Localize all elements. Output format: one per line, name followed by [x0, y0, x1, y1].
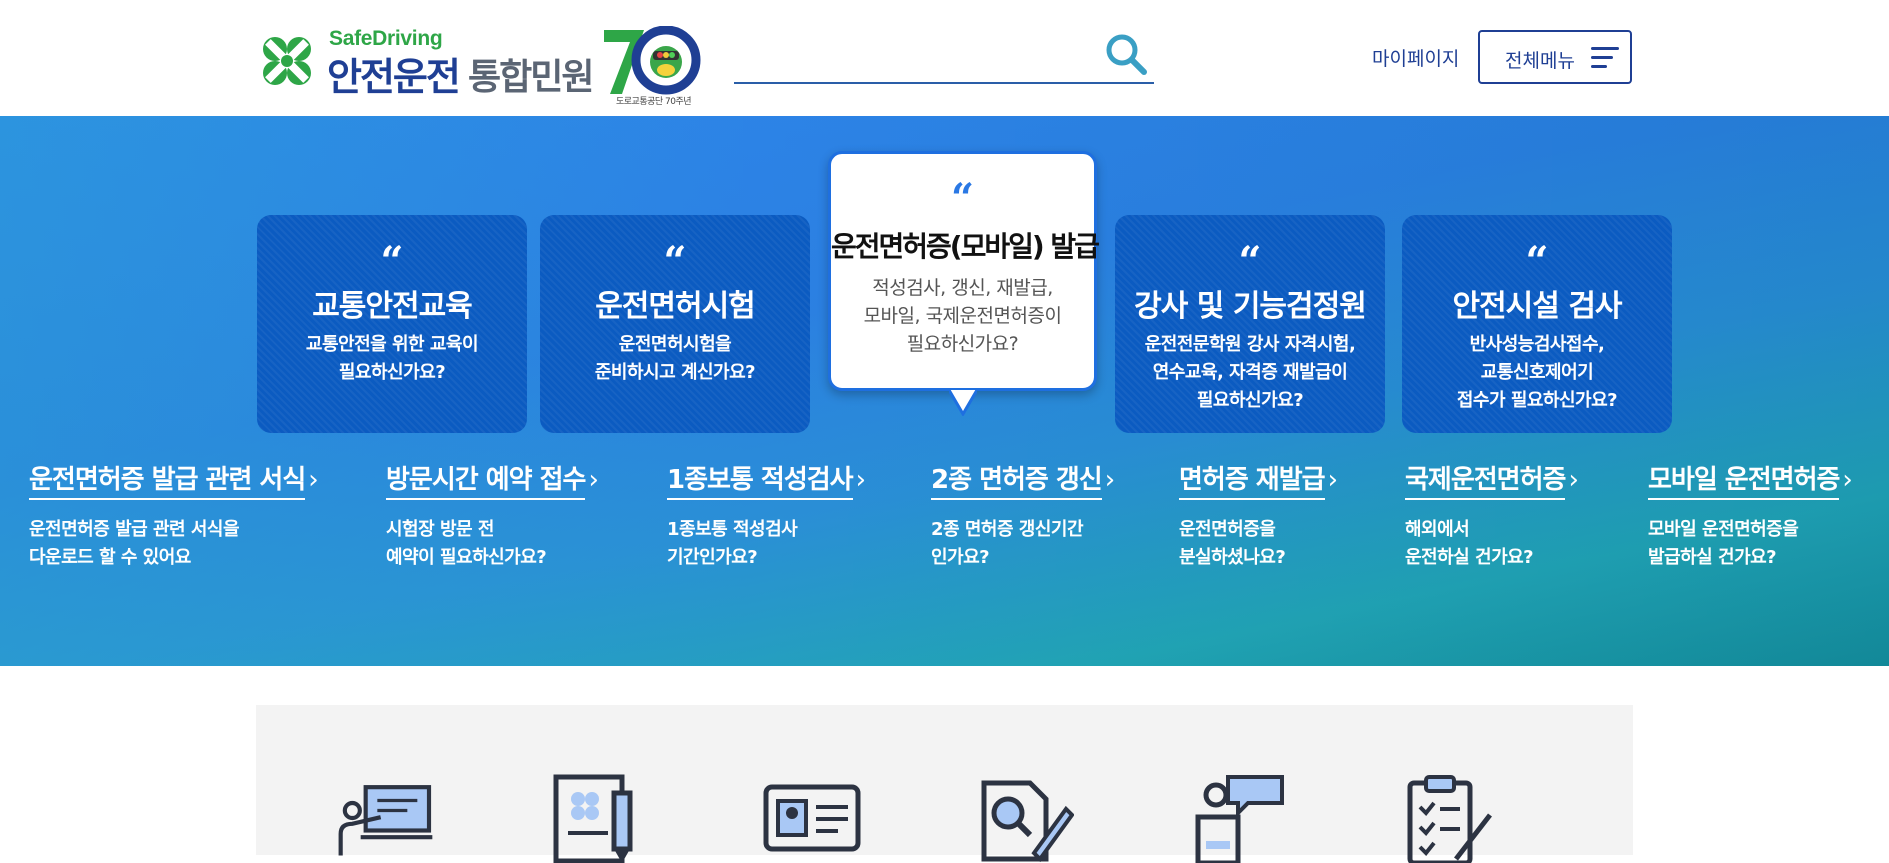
chevron-right-icon: ›: [855, 465, 866, 495]
link-international-license[interactable]: 국제운전면허증 › 해외에서 운전하실 건가요?: [1405, 459, 1579, 572]
link-description: 시험장 방문 전 예약이 필요하신가요?: [386, 519, 547, 568]
logo-korean-main: 안전운전: [327, 55, 461, 99]
link-mobile-license[interactable]: 모바일 운전면허증 › 모바일 운전면허증을 발급하실 건가요?: [1648, 459, 1853, 572]
logo-korean-sub: 통합민원: [468, 57, 594, 98]
link-description: 해외에서 운전하실 건가요?: [1405, 519, 1534, 568]
link-description: 모바일 운전면허증을 발급하실 건가요?: [1648, 519, 1799, 568]
link-title: 2종 면허증 갱신: [931, 459, 1103, 500]
chevron-right-icon: ›: [308, 465, 319, 495]
all-menu-button[interactable]: 전체메뉴: [1478, 30, 1632, 84]
link-title: 방문시간 예약 접수: [386, 459, 586, 500]
presentation-icon[interactable]: [334, 773, 434, 863]
chevron-right-icon: ›: [1327, 465, 1338, 495]
link-title: 면허증 재발급: [1179, 459, 1326, 500]
search-bar: [734, 24, 1154, 84]
chevron-right-icon: ›: [588, 465, 599, 495]
hamburger-menu-icon: [1591, 47, 1619, 69]
link-description: 2종 면허증 갱신기간 인가요?: [931, 519, 1084, 568]
hero-section: “ 교통안전교육 교통안전을 위한 교육이 필요하신가요? “ 운전면허시험 운…: [0, 116, 1889, 666]
chevron-right-icon: ›: [1104, 465, 1116, 495]
link-license-forms[interactable]: 운전면허증 발급 관련 서식 › 운전면허증 발급 관련 서식을 다운로드 할 수…: [29, 459, 319, 572]
active-card-pointer: [949, 390, 977, 416]
quick-links: 운전면허증 발급 관련 서식 › 운전면허증 발급 관련 서식을 다운로드 할 수…: [0, 116, 1889, 666]
speaker-podium-icon[interactable]: [1186, 773, 1286, 863]
link-license-renewal[interactable]: 2종 면허증 갱신 › 2종 면허증 갱신기간 인가요?: [931, 459, 1115, 572]
link-license-reissue[interactable]: 면허증 재발급 › 운전면허증을 분실하셨나요?: [1179, 459, 1338, 572]
link-title: 국제운전면허증: [1405, 459, 1566, 500]
mypage-link[interactable]: 마이페이지: [1372, 44, 1459, 71]
all-menu-label: 전체메뉴: [1505, 50, 1575, 72]
anniversary-caption: 도로교통공단 70주년: [616, 97, 692, 107]
link-description: 운전면허증 발급 관련 서식을 다운로드 할 수 있어요: [29, 519, 240, 568]
id-card-icon[interactable]: [762, 773, 862, 863]
link-title: 모바일 운전면허증: [1648, 459, 1840, 500]
link-title: 1종보통 적성검사: [667, 459, 854, 500]
chevron-right-icon: ›: [1568, 465, 1579, 495]
search-icon[interactable]: [1104, 32, 1148, 76]
document-pen-icon[interactable]: [550, 773, 650, 863]
site-header: SafeDriving 안전운전 통합민원 도로교통공단 70주년 마이페이지 …: [0, 0, 1889, 116]
link-aptitude-test[interactable]: 1종보통 적성검사 › 1종보통 적성검사 기간인가요?: [667, 459, 866, 572]
link-description: 운전면허증을 분실하셨나요?: [1179, 519, 1286, 568]
search-input[interactable]: [734, 34, 1094, 74]
link-visit-reservation[interactable]: 방문시간 예약 접수 › 시험장 방문 전 예약이 필요하신가요?: [386, 459, 599, 572]
link-title: 운전면허증 발급 관련 서식: [29, 459, 306, 500]
inspection-icon[interactable]: [974, 773, 1074, 863]
chevron-right-icon: ›: [1842, 465, 1853, 495]
site-logo[interactable]: SafeDriving 안전운전 통합민원 도로교통공단 70주년: [256, 26, 711, 110]
quick-menu-section: [256, 705, 1633, 863]
link-description: 1종보통 적성검사 기간인가요?: [667, 519, 798, 568]
checklist-icon[interactable]: [1396, 773, 1496, 863]
clover-logo-icon: [263, 37, 311, 85]
